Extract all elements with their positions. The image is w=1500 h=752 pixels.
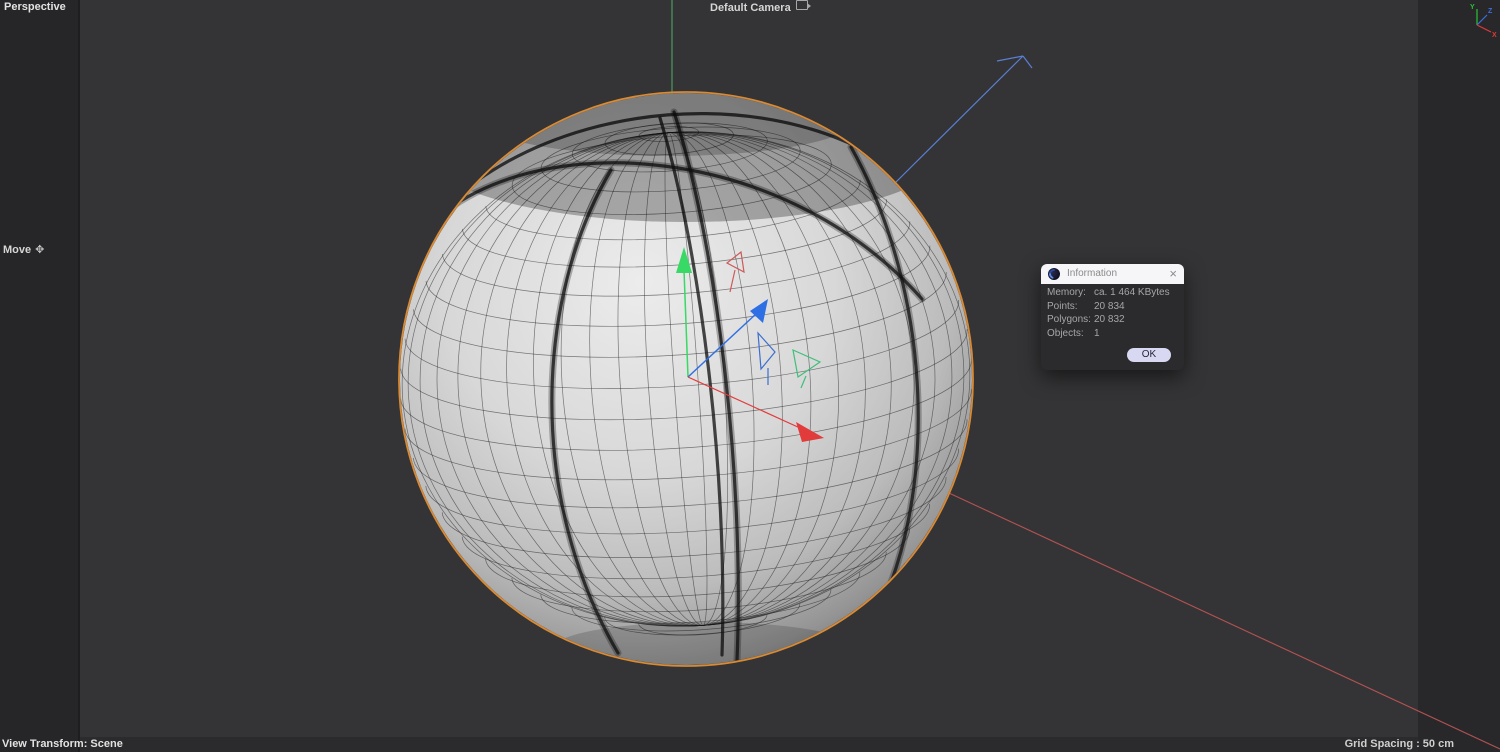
ok-button[interactable]: OK: [1127, 348, 1171, 362]
stat-row-objects: Objects: 1: [1047, 327, 1100, 339]
view-mode-label[interactable]: Perspective: [4, 1, 66, 13]
viewport-canvas[interactable]: Y Z X: [0, 0, 1500, 752]
stat-row-memory: Memory: ca. 1 464 KBytes: [1047, 287, 1170, 298]
axis-y-label: Y: [1470, 4, 1475, 11]
camera-label-group[interactable]: Default Camera: [710, 0, 811, 14]
camera-name-label: Default Camera: [710, 2, 791, 14]
axis-z-label: Z: [1488, 8, 1493, 15]
dialog-titlebar[interactable]: Information ×: [1041, 264, 1184, 284]
tool-name-label: Move: [3, 244, 32, 256]
stat-row-points: Points: 20 834: [1047, 300, 1125, 312]
grid-spacing-status: Grid Spacing : 50 cm: [1344, 738, 1454, 750]
orientation-axis-gizmo[interactable]: Y Z X: [1470, 4, 1497, 39]
dialog-title: Information: [1067, 268, 1118, 279]
dialog-stat-rows: Memory: ca. 1 464 KBytes Points: 20 834 …: [1041, 286, 1184, 340]
stat-row-polygons: Polygons: 20 832: [1047, 314, 1125, 325]
view-transform-status: View Transform: Scene: [2, 738, 123, 750]
move-icon: ✥: [35, 244, 45, 256]
world-x-axis-line: [935, 486, 1500, 750]
information-dialog: Information × Memory: ca. 1 464 KBytes P…: [1041, 264, 1184, 370]
app-logo-icon: [1048, 268, 1060, 280]
close-icon[interactable]: ×: [1169, 265, 1177, 283]
active-tool-label-group: Move ✥: [3, 243, 44, 256]
camera-icon: [795, 0, 811, 10]
axis-x-label: X: [1492, 32, 1497, 39]
world-z-axis-line: [892, 55, 1033, 186]
application-window: Y Z X Perspective Default Camera Move ✥ V…: [0, 0, 1500, 752]
